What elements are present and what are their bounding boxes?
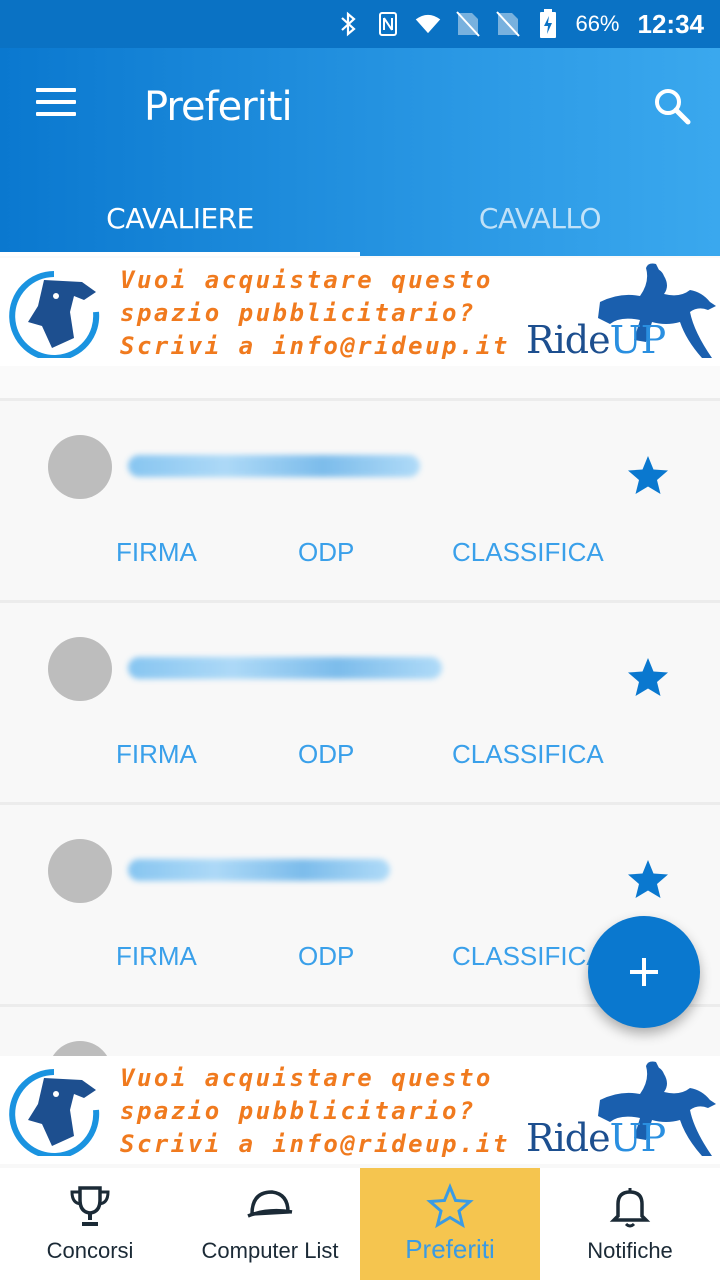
battery-charging-icon <box>535 9 561 38</box>
nav-label: Preferiti <box>405 1234 495 1264</box>
classifica-button[interactable]: CLASSIFICA <box>452 739 604 770</box>
odp-button[interactable]: ODP <box>298 739 354 770</box>
ad-text: Vuoi acquistare questo spazio pubblicita… <box>120 266 510 360</box>
rideup-brand: RideUP <box>526 1116 666 1160</box>
tab-cavallo[interactable]: CAVALLO <box>360 180 720 256</box>
ad-banner-bottom[interactable]: Vuoi acquistare questo spazio pubblicita… <box>0 1056 720 1164</box>
star-icon <box>426 1183 474 1229</box>
rider-name-redacted <box>128 455 420 477</box>
firma-button[interactable]: FIRMA <box>116 941 197 972</box>
nav-label: Computer List <box>201 1238 339 1263</box>
horse-head-logo-icon <box>9 271 100 358</box>
classifica-button[interactable]: CLASSIFICA <box>452 941 604 972</box>
star-icon[interactable] <box>626 655 670 699</box>
nav-label: Concorsi <box>46 1238 134 1263</box>
horse-head-logo-icon <box>9 1069 100 1156</box>
search-icon[interactable] <box>650 84 694 128</box>
star-icon[interactable] <box>626 453 670 497</box>
nfc-icon <box>375 11 401 37</box>
list-item[interactable]: FIRMA ODP CLASSIFICA <box>0 600 720 802</box>
page-title: Preferiti <box>144 84 293 130</box>
no-sim-icon <box>455 11 481 37</box>
trophy-icon <box>70 1186 110 1226</box>
add-button[interactable] <box>588 916 700 1028</box>
list-item[interactable]: FIRMA ODP CLASSIFICA <box>0 398 720 600</box>
nav-item-preferiti[interactable]: Preferiti <box>360 1168 540 1280</box>
nav-item-computer-list[interactable]: Computer List <box>180 1168 360 1280</box>
bottom-navigation: Concorsi Computer List Preferiti Notific… <box>0 1168 720 1280</box>
clock: 12:34 <box>637 8 705 39</box>
bluetooth-icon <box>335 11 361 37</box>
tab-bar: CAVALIERE CAVALLO <box>0 180 720 256</box>
bell-icon <box>609 1188 651 1228</box>
nav-label: Notifiche <box>587 1238 673 1263</box>
rideup-brand: RideUP <box>526 318 666 362</box>
star-icon[interactable] <box>626 857 670 901</box>
status-bar: 66% 12:34 <box>0 0 720 48</box>
avatar <box>48 435 112 499</box>
nav-item-notifiche[interactable]: Notifiche <box>540 1168 720 1280</box>
firma-button[interactable]: FIRMA <box>116 537 197 568</box>
no-sim-icon <box>495 11 521 37</box>
classifica-button[interactable]: CLASSIFICA <box>452 537 604 568</box>
battery-percent: 66% <box>575 11 620 36</box>
app-bar: Preferiti CAVALIERE CAVALLO <box>0 48 720 256</box>
avatar <box>48 839 112 903</box>
rider-name-redacted <box>128 859 390 881</box>
ad-banner-top[interactable]: Vuoi acquistare questo spazio pubblicita… <box>0 258 720 366</box>
firma-button[interactable]: FIRMA <box>116 739 197 770</box>
cap-icon <box>247 1190 293 1218</box>
avatar <box>48 637 112 701</box>
rider-name-redacted <box>128 657 442 679</box>
nav-item-concorsi[interactable]: Concorsi <box>0 1168 180 1280</box>
plus-icon <box>630 958 658 986</box>
ad-text: Vuoi acquistare questo spazio pubblicita… <box>120 1064 510 1158</box>
tab-cavaliere[interactable]: CAVALIERE <box>0 180 360 256</box>
odp-button[interactable]: ODP <box>298 537 354 568</box>
menu-icon[interactable] <box>36 88 76 120</box>
odp-button[interactable]: ODP <box>298 941 354 972</box>
wifi-icon <box>415 11 441 37</box>
